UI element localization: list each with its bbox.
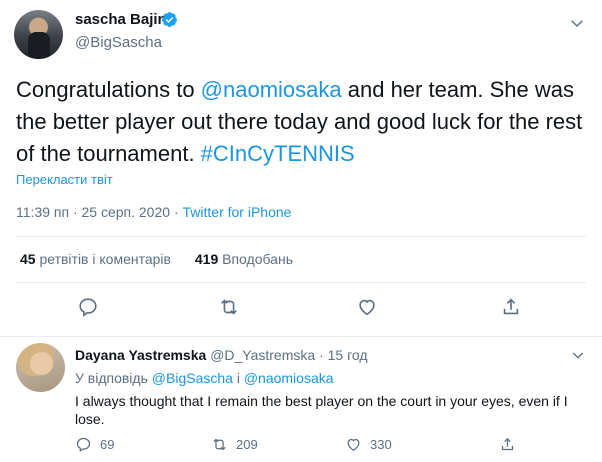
author-name[interactable]: sascha Bajin <box>75 11 167 28</box>
reply-bubble-icon <box>76 437 91 453</box>
reply-comment-action[interactable]: 69 <box>75 436 114 453</box>
tweet-meta: 11:39 пп · 25 серп. 2020 · Twitter for i… <box>16 204 291 220</box>
reply-share-action[interactable] <box>499 436 516 453</box>
meta-separator: · <box>72 204 78 220</box>
author-avatar[interactable] <box>14 10 63 59</box>
reply-count: 69 <box>100 437 115 452</box>
retweets-label: ретвітів і коментарів <box>39 251 171 267</box>
tweet-date[interactable]: 25 серп. 2020 <box>82 204 171 220</box>
tweet-actions <box>0 296 602 324</box>
retweets-count: 45 <box>20 251 36 267</box>
likes-count: 419 <box>194 251 219 267</box>
reply-author-name[interactable]: Dayana Yastremska <box>75 347 206 363</box>
mention-link[interactable]: @naomiosaka <box>201 77 342 102</box>
reply-like-action[interactable]: 330 <box>345 436 392 453</box>
reply-time[interactable]: 15 год <box>328 347 368 363</box>
main-tweet: sascha Bajin @BigSascha Congratulations … <box>0 0 602 336</box>
reply-actions: 69 209 330 <box>75 436 575 456</box>
reply-retweet-action[interactable]: 209 <box>211 436 258 453</box>
replying-to: У відповідь @BigSascha і @naomiosaka <box>75 370 334 386</box>
chevron-down-icon[interactable] <box>570 347 586 363</box>
mention-link[interactable]: @naomiosaka <box>244 370 334 386</box>
tweet-stats: 45 ретвітів і коментарів 419 Вподобань <box>20 251 313 267</box>
author-handle[interactable]: @BigSascha <box>75 34 162 51</box>
reply-text: I always thought that I remain the best … <box>75 393 568 427</box>
chevron-down-icon[interactable] <box>568 14 586 32</box>
reply-author-avatar[interactable] <box>16 343 65 392</box>
heart-icon <box>347 438 360 451</box>
hashtag-link[interactable]: #CInCyTENNIS <box>201 141 355 166</box>
tweet-text-part: Congratulations to <box>16 77 201 102</box>
heart-icon[interactable] <box>356 296 378 318</box>
likes-label: Вподобань <box>222 251 293 267</box>
section-divider <box>0 336 602 337</box>
translate-tweet-link[interactable]: Перекласти твіт <box>16 172 113 187</box>
reply-prefix: У відповідь <box>75 370 152 386</box>
likes-stat[interactable]: 419 Вподобань <box>195 251 293 267</box>
tweet-time[interactable]: 11:39 пп <box>16 204 69 220</box>
retweet-icon <box>213 438 226 451</box>
meta-separator: · <box>173 204 179 220</box>
verified-badge-icon <box>162 12 177 27</box>
retweets-stat[interactable]: 45 ретвітів і коментарів <box>20 251 171 267</box>
tweet-text: Congratulations to @naomiosaka and her t… <box>16 74 586 170</box>
retweet-icon[interactable] <box>218 296 240 318</box>
reply-header: Dayana Yastremska @D_Yastremska · 15 год <box>75 347 368 363</box>
share-icon[interactable] <box>500 296 522 318</box>
mention-link[interactable]: @BigSascha <box>152 370 233 386</box>
meta-separator: · <box>319 347 324 363</box>
reply-joiner: і <box>232 370 244 386</box>
like-count: 330 <box>370 437 392 452</box>
retweet-count: 209 <box>236 437 258 452</box>
divider <box>16 282 586 283</box>
reply-author-handle[interactable]: @D_Yastremska <box>210 347 315 363</box>
tweet-source-link[interactable]: Twitter for iPhone <box>183 204 292 220</box>
share-icon <box>501 437 514 451</box>
divider <box>16 236 586 237</box>
reply-bubble-icon[interactable] <box>77 296 99 318</box>
